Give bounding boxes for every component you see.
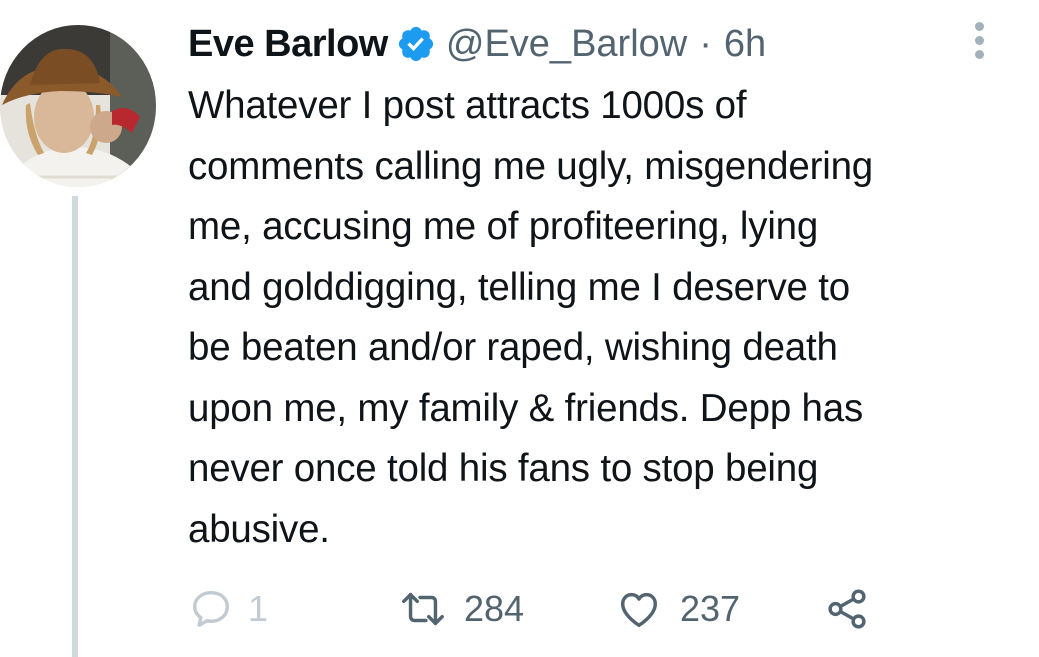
- share-nodes-icon: [828, 589, 866, 629]
- verified-badge-icon: [396, 24, 436, 64]
- tweet-timestamp[interactable]: 6h: [724, 23, 766, 66]
- reply-button[interactable]: 1: [188, 585, 268, 633]
- avatar[interactable]: [0, 25, 156, 187]
- heart-outline-icon: [620, 592, 658, 628]
- retweet-count: 284: [464, 588, 525, 629]
- share-button[interactable]: [824, 585, 870, 633]
- separator-dot: ·: [699, 22, 712, 65]
- tweet-content: Eve Barlow @Eve_Barlow · 6h Whatever I p…: [188, 18, 1018, 560]
- retweet-arrows-icon: [402, 592, 444, 626]
- like-button[interactable]: 237: [616, 585, 740, 633]
- retweet-button[interactable]: 284: [400, 585, 524, 633]
- tweet-header: Eve Barlow @Eve_Barlow · 6h: [188, 18, 1018, 70]
- vertical-dots-icon[interactable]: [975, 22, 985, 62]
- tweet-actions: 1 284 237: [188, 585, 908, 633]
- tweet-text: Whatever I post attracts 1000s of commen…: [188, 84, 873, 551]
- avatar-photo: [0, 25, 156, 187]
- author-name[interactable]: Eve Barlow: [188, 23, 388, 66]
- thread-line: [72, 196, 78, 657]
- reply-count: 1: [248, 588, 269, 629]
- like-count: 237: [680, 588, 741, 629]
- speech-bubble-icon: [192, 590, 230, 627]
- author-handle[interactable]: @Eve_Barlow: [446, 23, 687, 66]
